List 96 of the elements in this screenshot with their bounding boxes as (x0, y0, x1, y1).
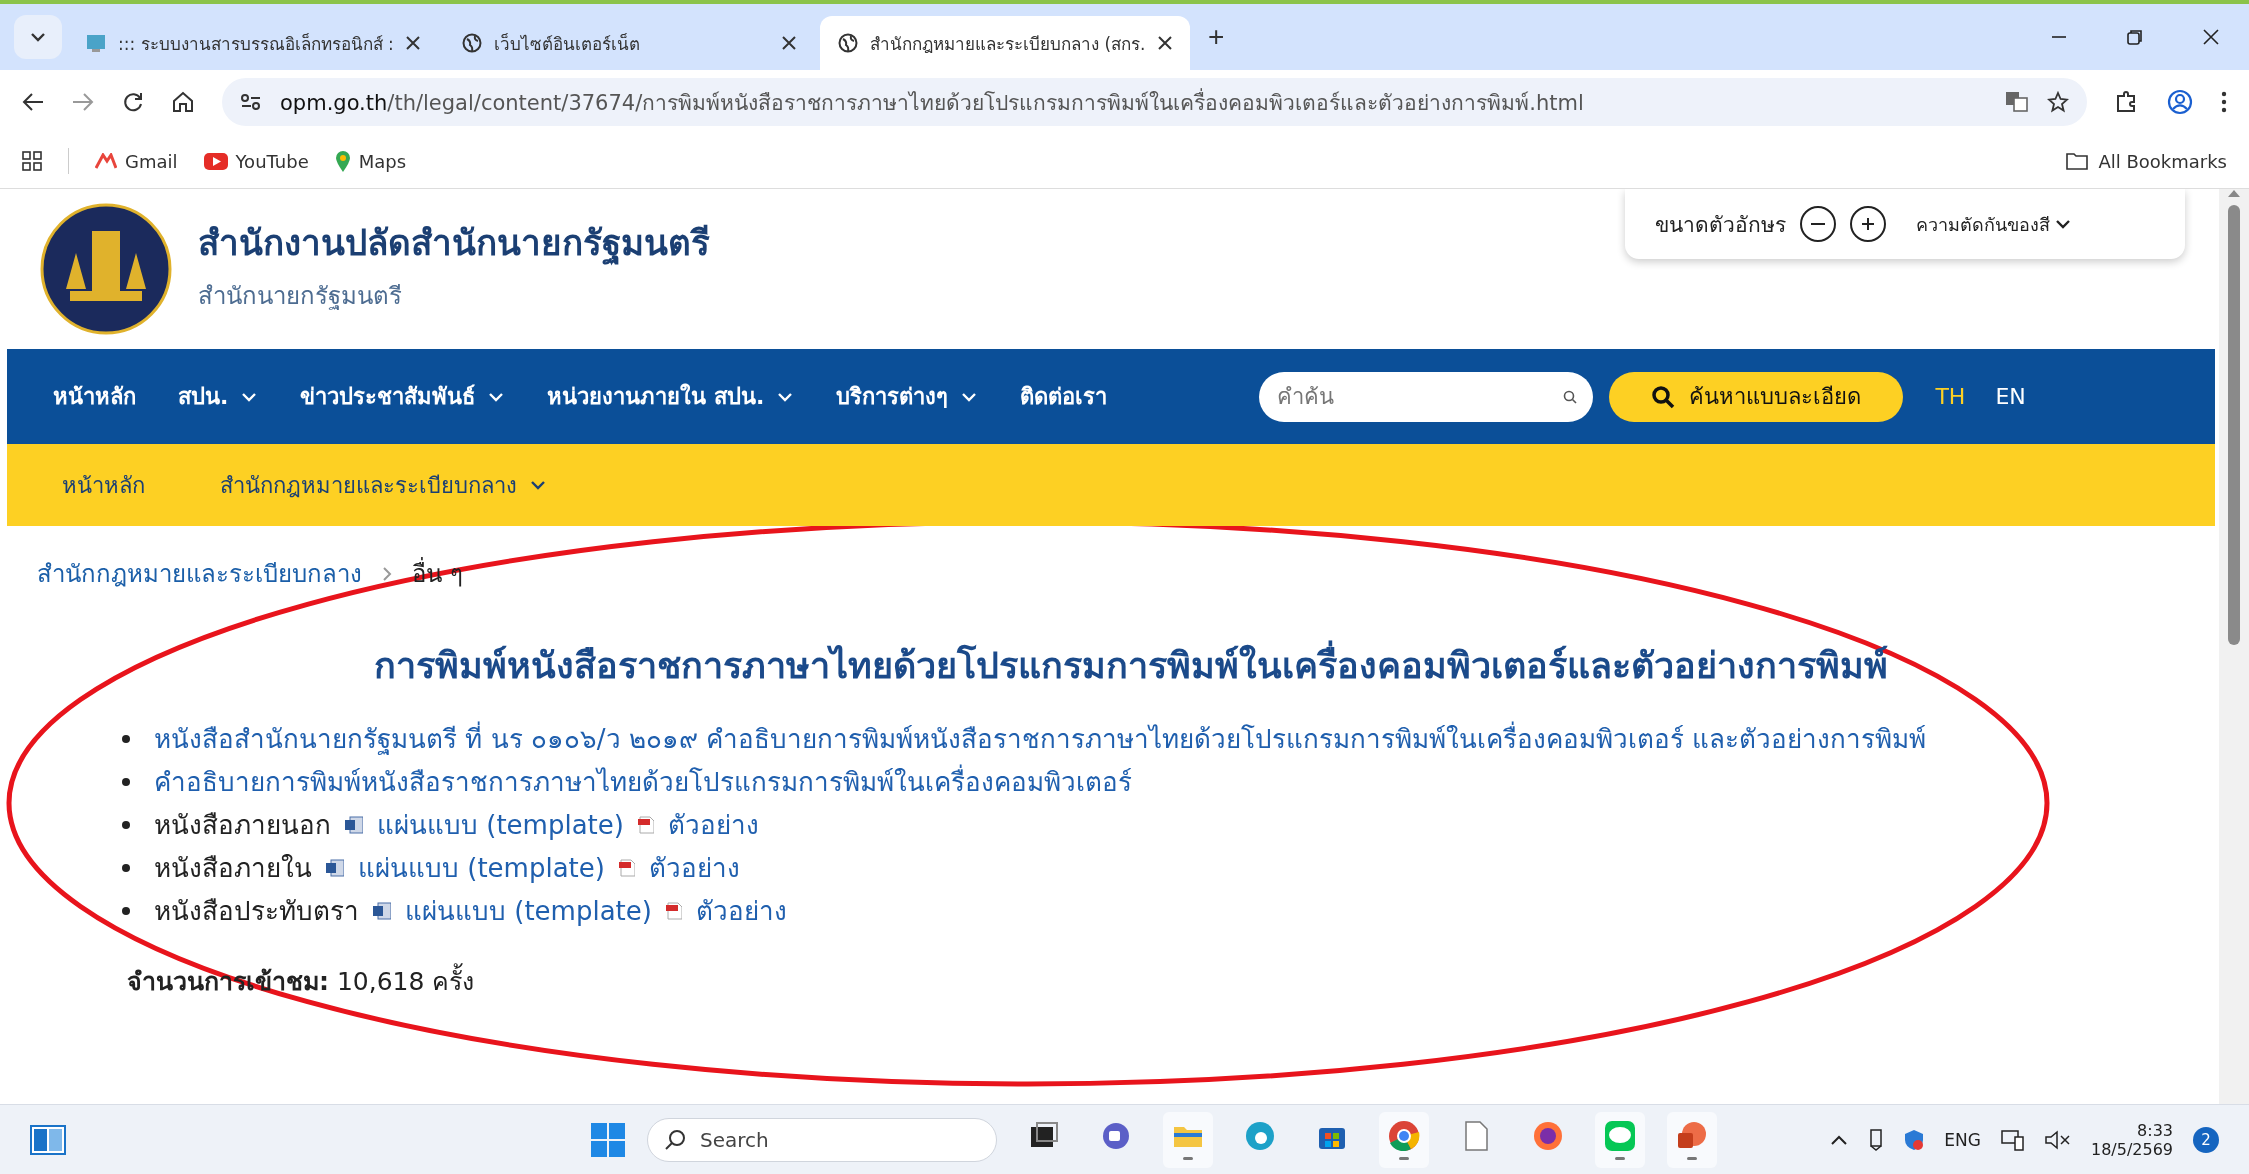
word-document-icon (373, 901, 391, 920)
fox-icon[interactable] (1531, 1119, 1565, 1153)
speaker-muted-icon[interactable] (2044, 1129, 2071, 1150)
article-title: การพิมพ์หนังสือราชการภาษาไทยด้วยโปรแกรมการพิมพ์ในเครื่องคอมพิวเตอร์และตัวอย่างการพิมพ์ (47, 637, 2215, 694)
bullet-icon (122, 820, 130, 829)
subnav-item[interactable]: สำนักกฎหมายและระเบียบกลาง (220, 467, 547, 503)
widgets-icon[interactable] (30, 1124, 66, 1155)
back-icon[interactable] (22, 92, 44, 112)
shield-icon[interactable] (1904, 1128, 1925, 1151)
language-link[interactable]: EN (1995, 384, 2026, 409)
emblem-logo[interactable] (40, 203, 172, 335)
bookmark-link[interactable]: YouTube (203, 150, 309, 172)
template-link[interactable]: แผ่นแบบ (template) (377, 804, 624, 845)
new-tab-button[interactable]: + (1202, 20, 1231, 54)
chrome-icon[interactable] (1387, 1119, 1421, 1153)
advanced-search-button[interactable]: ค้นหาแบบละเอียด (1609, 371, 1904, 422)
sample-link[interactable]: ตัวอย่าง (667, 804, 759, 845)
pdf-icon (637, 815, 654, 834)
template-link[interactable]: แผ่นแบบ (template) (358, 847, 605, 888)
input-language[interactable]: ENG (1944, 1129, 1981, 1150)
pdf-icon (665, 901, 682, 920)
bookmark-link[interactable]: Gmail (95, 150, 178, 172)
nav-menu-item[interactable]: บริการต่างๆ (836, 379, 979, 414)
minus-icon (1811, 223, 1825, 225)
chevron-up-icon[interactable] (1830, 1133, 1849, 1146)
network-icon[interactable] (2000, 1128, 2025, 1151)
notification-badge[interactable]: 2 (2193, 1126, 2219, 1153)
profile-icon[interactable] (2167, 89, 2193, 115)
restore-icon[interactable] (2126, 28, 2144, 46)
search-icon (664, 1128, 686, 1151)
globe-icon (838, 33, 858, 53)
site-subtitle: สำนักนายกรัฐมนตรี (198, 281, 403, 312)
plus-icon (1859, 215, 1877, 233)
star-icon[interactable] (2047, 91, 2069, 113)
sample-link[interactable]: ตัวอย่าง (648, 847, 740, 888)
close-icon[interactable] (1158, 36, 1172, 50)
subnav-item[interactable]: หน้าหลัก (62, 467, 145, 503)
document-link[interactable]: หนังสือสำนักนายกรัฐมนตรี ที่ นร ๐๑๐๖/ว ๒๐๑๙ คำอธิบายการพิมพ์หนังสือราชการภาษาไทยด้วยโปรแกรมการพิมพ์ในเครื่องคอมพิวเตอร์ และตัวอย่างการพิมพ์ (154, 718, 1927, 759)
nav-menu-item[interactable]: หน้าหลัก (53, 379, 136, 414)
pdf-icon (618, 858, 635, 877)
address-bar[interactable]: opm.go.th/th/legal/content/37674/การพิมพ์หนังสือราชการภาษาไทยด้วยโปรแกรมการพิมพ์ในเครื่องคอมพิวเตอร์และตัวอย่างการพิมพ์.html (222, 78, 2087, 126)
bullet-icon (122, 863, 130, 872)
increase-font-button[interactable] (1850, 206, 1886, 242)
search-icon (1651, 384, 1676, 409)
document-link[interactable]: คำอธิบายการพิมพ์หนังสือราชการภาษาไทยด้วยโปรแกรมการพิมพ์ในเครื่องคอมพิวเตอร์ (154, 761, 1132, 802)
home-icon[interactable] (172, 91, 194, 113)
browser-tab[interactable]: ::: ระบบงานสารบรรณอิเล็กทรอนิกส์ : (68, 16, 438, 70)
document-label: หนังสือประทับตรา (154, 895, 359, 928)
decrease-font-button[interactable] (1800, 206, 1836, 242)
taskbar-clock[interactable]: 8:33 18/5/2569 (2090, 1120, 2173, 1159)
translate-icon[interactable] (2005, 91, 2029, 113)
sample-link[interactable]: ตัวอย่าง (695, 890, 787, 931)
search-field[interactable]: คำค้น (1259, 371, 1594, 422)
language-link[interactable]: TH (1935, 384, 1966, 409)
chevron-right-icon (382, 565, 392, 582)
close-icon[interactable] (406, 36, 420, 50)
site-title: สำนักงานปลัดสำนักนายกรัฐมนตรี (198, 222, 710, 267)
nav-menu-item[interactable]: สปน. (178, 379, 259, 414)
globe-icon (462, 33, 482, 53)
word-document-icon (326, 858, 344, 877)
taskbar-search-field[interactable]: Search (647, 1117, 997, 1162)
folder-icon (2066, 152, 2089, 170)
site-settings-icon[interactable] (240, 93, 262, 111)
browser-tab[interactable]: เว็บไซต์อินเตอร์เน็ต (444, 16, 814, 70)
nav-menu-item[interactable]: ข่าวประชาสัมพันธ์ (300, 379, 506, 414)
scrollbar-thumb[interactable] (2228, 205, 2240, 645)
search-icon[interactable] (1563, 389, 1578, 404)
breadcrumb-link[interactable]: สำนักกฎหมายและระเบียบกลาง (37, 554, 362, 593)
template-link[interactable]: แผ่นแบบ (template) (405, 890, 652, 931)
scrollbar[interactable] (2219, 189, 2249, 1104)
close-icon[interactable] (782, 36, 796, 50)
pen-icon[interactable] (1868, 1128, 1885, 1151)
font-size-label: ขนาดตัวอักษร (1655, 211, 1786, 239)
nav-menu-item[interactable]: หน่วยงานภายใน สปน. (547, 379, 795, 414)
forward-icon[interactable] (72, 92, 94, 112)
map-pin-icon (334, 150, 351, 172)
browser-tab[interactable]: สำนักกฎหมายและระเบียบกลาง (สกร. (820, 16, 1190, 70)
menu-icon[interactable] (2221, 91, 2227, 113)
bullet-icon (122, 906, 130, 915)
document-label: หนังสือภายนอก (154, 809, 331, 842)
browser-icon[interactable] (1243, 1119, 1277, 1153)
play-icon (203, 152, 228, 170)
apps-grid-icon[interactable] (22, 151, 42, 171)
contrast-dropdown[interactable]: ความตัดกันของสี (1916, 209, 2072, 239)
scroll-up-icon (2228, 189, 2240, 197)
bookmark-link[interactable]: Maps (334, 150, 407, 172)
start-icon[interactable] (591, 1122, 625, 1157)
word-document-icon (345, 815, 363, 834)
document-label: หนังสือภายใน (154, 852, 312, 885)
bullet-icon (122, 734, 130, 743)
all-bookmarks-button[interactable]: All Bookmarks (2066, 150, 2227, 172)
reload-icon[interactable] (122, 91, 144, 113)
app-icon (86, 34, 106, 52)
close-icon[interactable] (2202, 28, 2220, 46)
nav-menu-item[interactable]: ติดต่อเรา (1020, 379, 1108, 414)
bullet-icon (122, 777, 130, 786)
